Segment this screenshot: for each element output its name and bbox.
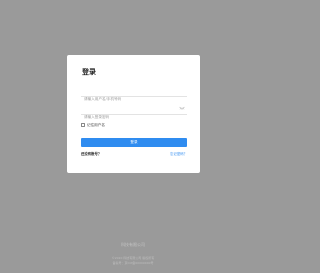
login-card: 登录 记住用户名 登录 还没有账号？ 忘记密码？ <box>67 55 200 173</box>
register-prompt-text: 还没有账号？ <box>81 152 102 156</box>
account-field-wrapper <box>81 85 187 105</box>
footer-copyright: ©2020 科技有限公司 版权所有 备案号：京ICP备00000000号 <box>0 256 266 266</box>
remember-row: 记住用户名 <box>81 122 187 128</box>
register-link[interactable]: 还没有账号？ <box>81 152 101 157</box>
auth-links: 还没有账号？ 忘记密码？ <box>81 152 187 157</box>
footer-brand: 科技有限公司 <box>121 242 145 247</box>
password-field-wrapper <box>81 103 187 123</box>
forgot-password-link[interactable]: 忘记密码？ <box>170 152 187 157</box>
password-input[interactable] <box>81 111 187 123</box>
footer-copyright-line2: 备案号：京ICP备00000000号 <box>112 261 154 265</box>
eye-closed-icon[interactable] <box>179 105 185 111</box>
login-button[interactable]: 登录 <box>81 138 187 147</box>
remember-label: 记住用户名 <box>87 122 105 127</box>
login-title: 登录 <box>82 68 96 76</box>
remember-checkbox[interactable] <box>81 123 85 127</box>
